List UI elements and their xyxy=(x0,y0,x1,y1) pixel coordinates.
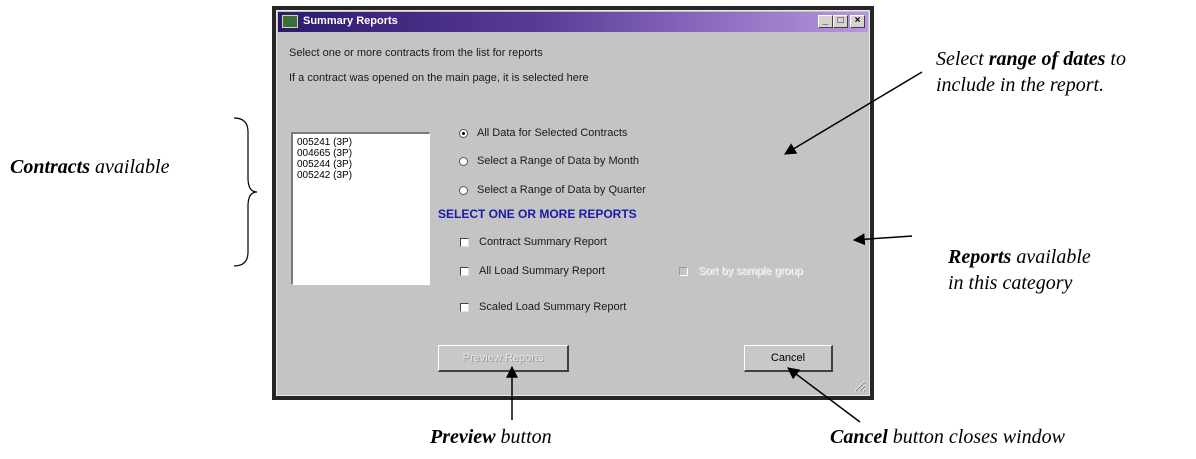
annotation-arrows xyxy=(233,71,923,423)
arrow-to-date-options xyxy=(783,71,923,155)
arrow-to-reports xyxy=(852,233,913,246)
brace-icon xyxy=(233,117,258,267)
arrow-to-cancel xyxy=(787,367,861,423)
